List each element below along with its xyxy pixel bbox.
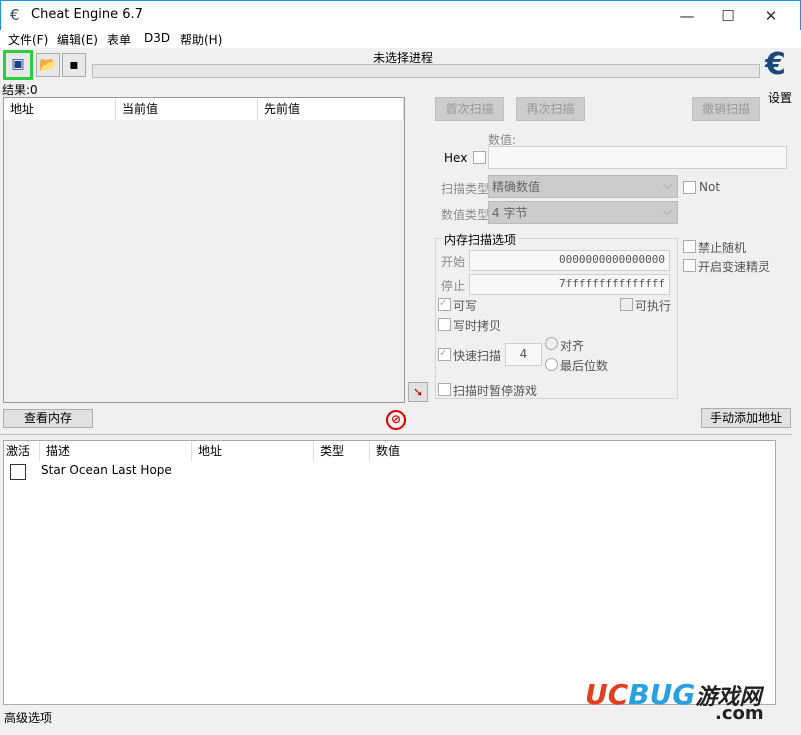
undo-scan-button[interactable]: 撤销扫描: [692, 97, 760, 121]
menu-d3d[interactable]: D3D: [144, 31, 170, 45]
pause-game-checkbox[interactable]: [438, 383, 451, 396]
scan-type-label: 扫描类型: [441, 182, 490, 196]
speedhack-checkbox[interactable]: [683, 259, 696, 272]
chevron-down-icon: ⌵: [662, 178, 672, 192]
menu-table[interactable]: 表单: [107, 31, 131, 48]
value-input[interactable]: [488, 146, 787, 169]
watermark-logo: UCBUG游戏网 .com: [585, 678, 764, 724]
chevron-down-icon: ⌵: [662, 204, 672, 218]
no-random-checkbox[interactable]: [683, 240, 696, 253]
app-logo-icon: €: [10, 6, 20, 24]
row-description: Star Ocean Last Hope: [41, 463, 172, 477]
add-address-button[interactable]: 手动添加地址: [701, 408, 791, 428]
copy-on-write-checkbox[interactable]: [438, 318, 451, 331]
start-address-input[interactable]: 0000000000000000: [469, 250, 670, 271]
active-checkbox[interactable]: [10, 464, 26, 480]
menu-edit[interactable]: 编辑(E): [57, 31, 98, 48]
col-description[interactable]: 描述: [40, 441, 192, 461]
minimize-button[interactable]: —: [667, 1, 707, 31]
menu-bar: 文件(F) 编辑(E) 表单 D3D 帮助(H): [0, 30, 801, 48]
window-title: Cheat Engine 6.7: [31, 7, 143, 22]
no-random-label: 禁止随机: [698, 241, 747, 255]
maximize-button[interactable]: ☐: [708, 1, 748, 31]
next-scan-button[interactable]: 再次扫描: [516, 97, 585, 121]
memory-options-title: 内存扫描选项: [442, 231, 519, 248]
writable-label: 可写: [453, 299, 478, 313]
col-active[interactable]: 激活: [4, 441, 40, 461]
view-memory-button[interactable]: 查看内存: [3, 409, 93, 428]
fast-scan-label: 快速扫描: [453, 349, 502, 363]
close-button[interactable]: ✕: [751, 1, 791, 31]
align-label: 对齐: [560, 339, 585, 353]
col-type[interactable]: 类型: [314, 441, 370, 461]
cheat-table[interactable]: 激活 描述 地址 类型 数值 Star Ocean Last Hope: [3, 440, 776, 705]
executable-checkbox[interactable]: [620, 298, 633, 311]
pause-game-label: 扫描时暂停游戏: [453, 384, 538, 398]
col-address[interactable]: 地址: [4, 98, 116, 120]
first-scan-button[interactable]: 首次扫描: [435, 97, 504, 121]
value-type-select[interactable]: 4 字节 ⌵: [488, 201, 678, 224]
speedhack-label: 开启变速精灵: [698, 260, 771, 274]
scan-type-value: 精确数值: [492, 180, 541, 194]
col-value[interactable]: 数值: [370, 441, 470, 461]
hex-label: Hex: [444, 151, 468, 165]
not-label: Not: [699, 180, 721, 194]
fast-scan-checkbox[interactable]: ✓: [438, 348, 451, 361]
cheat-table-header: 激活 描述 地址 类型 数值: [4, 441, 775, 461]
start-label: 开始: [441, 255, 466, 269]
last-digits-radio[interactable]: [545, 358, 558, 371]
title-bar: € Cheat Engine 6.7 — ☐ ✕: [0, 0, 801, 30]
col-address[interactable]: 地址: [192, 441, 314, 461]
menu-help[interactable]: 帮助(H): [180, 31, 222, 48]
writable-checkbox[interactable]: ✓: [438, 298, 451, 311]
scan-type-select[interactable]: 精确数值 ⌵: [488, 175, 678, 198]
open-button[interactable]: 📂: [36, 53, 60, 77]
table-row[interactable]: Star Ocean Last Hope: [4, 461, 775, 481]
last-digits-label: 最后位数: [560, 359, 609, 373]
advanced-options[interactable]: 高级选项: [4, 709, 52, 726]
save-button[interactable]: ▪: [62, 53, 86, 77]
not-checkbox[interactable]: [683, 181, 696, 194]
select-process-button[interactable]: ▣: [3, 50, 33, 80]
arrow-icon: ➘: [412, 385, 424, 399]
computer-icon: ▣: [11, 56, 25, 72]
stop-address-input[interactable]: 7fffffffffffffff: [469, 274, 670, 295]
scan-progress-bar: [92, 64, 760, 78]
splitter-handle[interactable]: [0, 434, 792, 439]
copy-on-write-label: 写时拷贝: [453, 319, 502, 333]
ce-logo-icon[interactable]: €: [765, 50, 786, 80]
col-previous-value[interactable]: 先前值: [258, 98, 404, 120]
fast-scan-input[interactable]: 4: [505, 343, 542, 366]
col-current-value[interactable]: 当前值: [116, 98, 258, 120]
align-radio[interactable]: [545, 337, 558, 350]
stop-label: 停止: [441, 279, 466, 293]
value-type-label: 数值类型: [441, 208, 490, 222]
hex-checkbox[interactable]: [473, 151, 486, 164]
results-header: 地址 当前值 先前值: [4, 98, 404, 120]
vertical-scrollbar[interactable]: [777, 458, 792, 705]
value-type-value: 4 字节: [492, 206, 528, 220]
settings-label[interactable]: 设置: [768, 89, 792, 106]
executable-label: 可执行: [635, 299, 672, 313]
floppy-icon: ▪: [69, 57, 79, 73]
results-count: 结果:0: [2, 83, 38, 97]
clear-icon[interactable]: ⊘: [386, 410, 406, 430]
results-list[interactable]: 地址 当前值 先前值: [3, 97, 405, 403]
pointer-scan-button[interactable]: ➘: [408, 382, 428, 402]
folder-open-icon: 📂: [39, 57, 57, 73]
menu-file[interactable]: 文件(F): [8, 31, 48, 48]
